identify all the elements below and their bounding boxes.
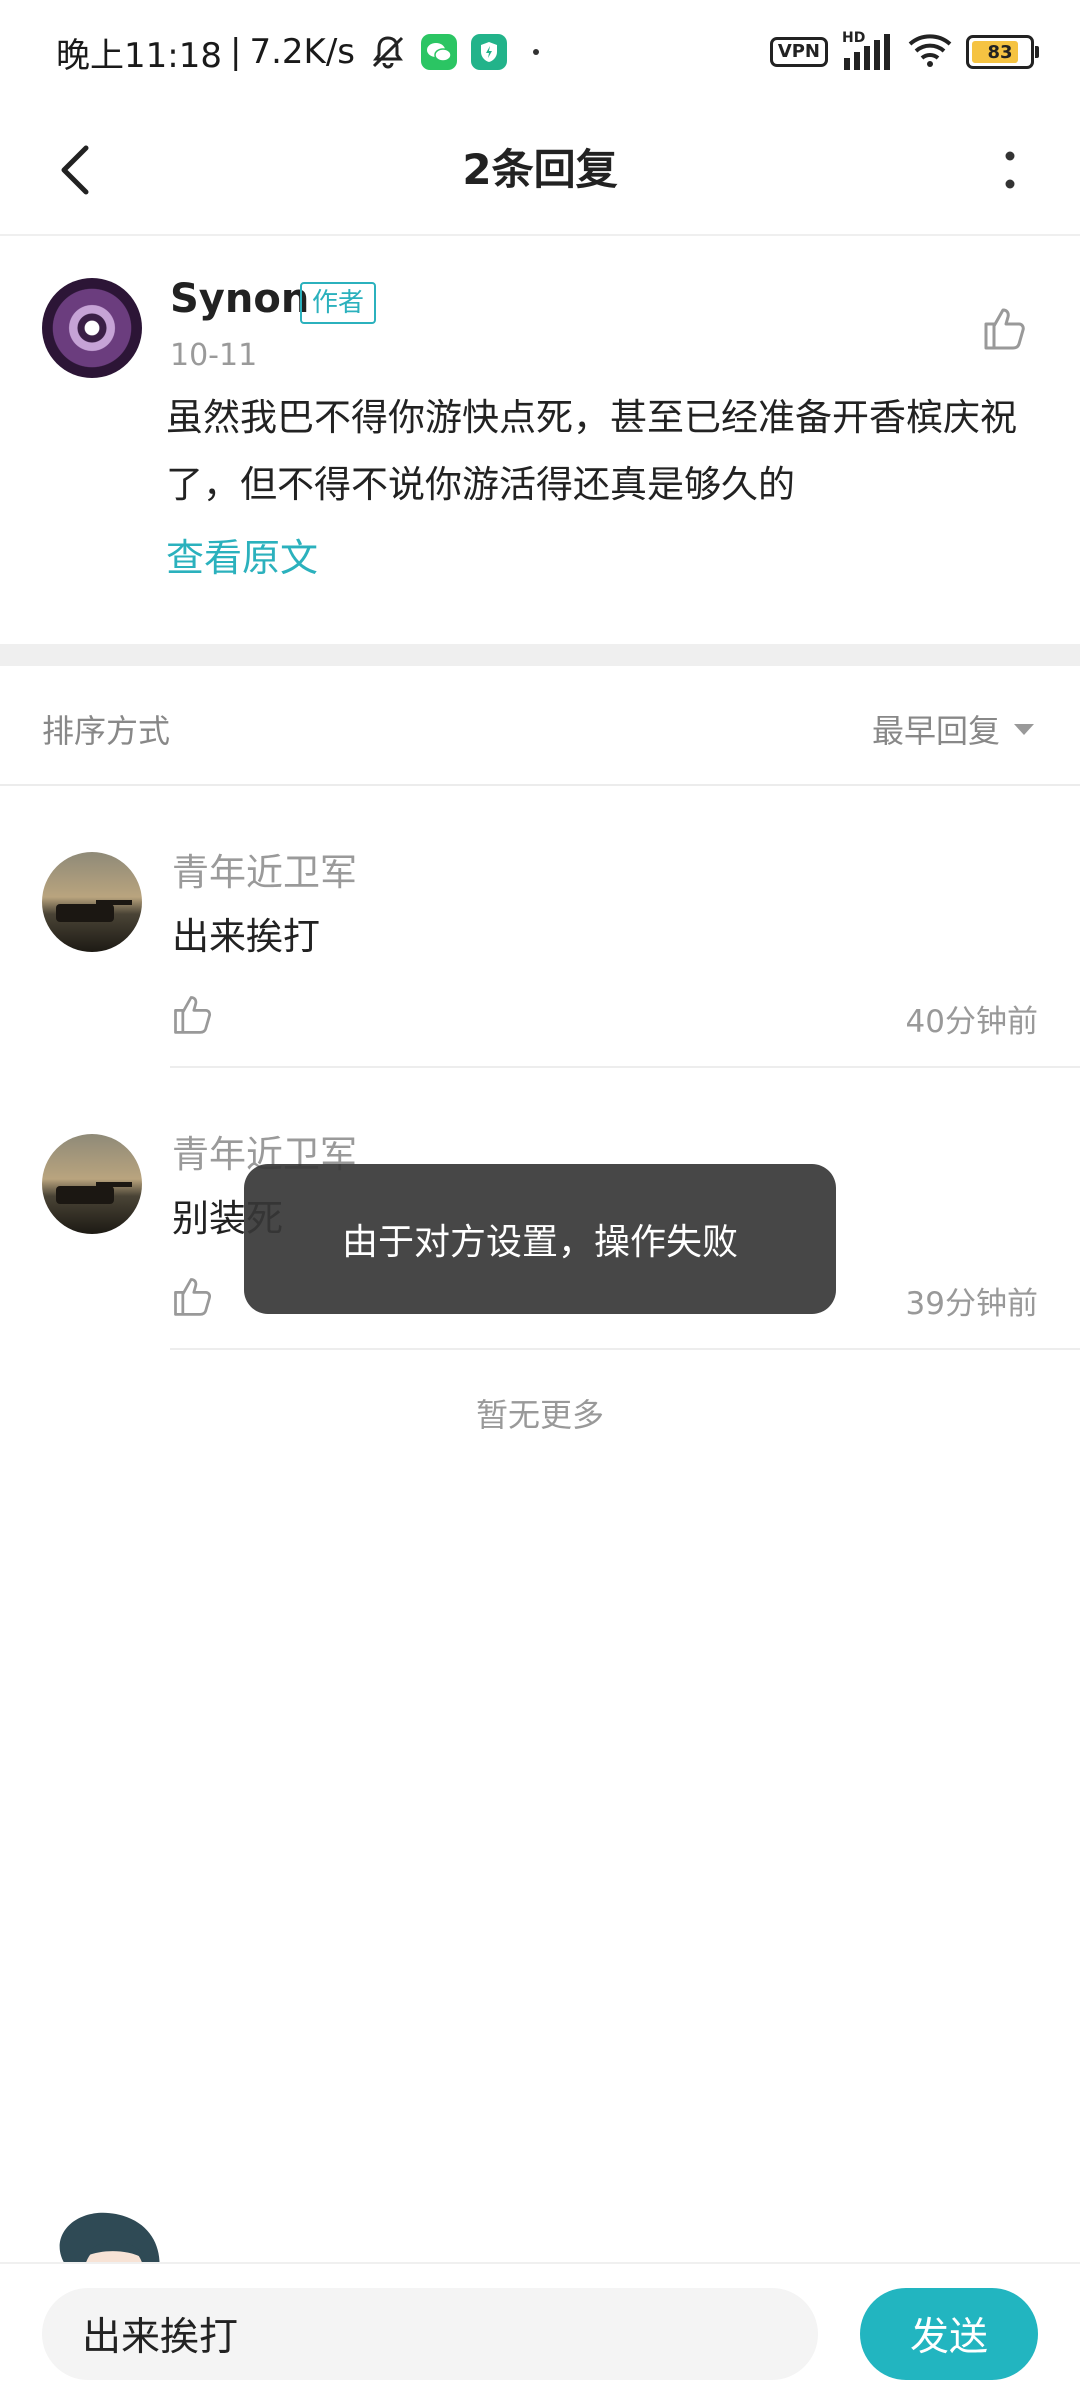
caret-down-icon — [1014, 723, 1034, 735]
more-button[interactable] — [980, 130, 1040, 210]
like-button[interactable] — [170, 992, 218, 1040]
status-time: 晚上11:18 — [56, 35, 222, 76]
status-bar-left: 晚上11:18 | 7.2K/s — [56, 26, 539, 78]
reply-item: 青年近卫军 出来挨打 40分钟前 — [0, 786, 1080, 1068]
reply-time: 39分钟前 — [905, 1286, 1038, 1322]
status-separator: | — [229, 32, 242, 72]
sort-dropdown[interactable]: 最早回复 — [872, 706, 1034, 752]
network-speed: 7.2K/s — [249, 32, 355, 72]
notification-dot-icon — [533, 49, 539, 55]
like-button[interactable] — [980, 304, 1028, 352]
vpn-icon: VPN — [769, 37, 828, 67]
comment-date: 10-11 — [170, 338, 258, 373]
reply-time: 40分钟前 — [905, 1004, 1038, 1040]
avatar[interactable] — [42, 278, 142, 378]
battery-level: 83 — [987, 41, 1013, 63]
author-badge: 作者 — [300, 282, 377, 324]
signal-icon: HD — [842, 30, 894, 72]
reply-text: 出来挨打 — [172, 915, 320, 958]
more-vertical-icon — [1005, 151, 1015, 189]
original-comment: Synon 作者 10-11 虽然我巴不得你游快点死，甚至已经准备开香槟庆祝了，… — [0, 236, 1080, 644]
avatar[interactable] — [42, 852, 142, 952]
shield-app-icon — [471, 34, 507, 70]
tank-silhouette — [56, 1186, 114, 1204]
reply-divider — [170, 1348, 1080, 1350]
tank-silhouette — [56, 904, 114, 922]
toast-message: 由于对方设置，操作失败 — [244, 1164, 836, 1314]
reply-author[interactable]: 青年近卫军 — [172, 842, 357, 896]
comment-author[interactable]: Synon — [170, 276, 309, 322]
wechat-icon — [421, 34, 457, 70]
tank-barrel — [96, 1182, 132, 1187]
reply-input-bar: 出来挨打 发送 — [0, 2262, 1080, 2402]
send-button[interactable]: 发送 — [860, 2288, 1038, 2380]
status-bar-right: VPN HD 83 — [769, 30, 1039, 74]
sort-value: 最早回复 — [871, 712, 1000, 750]
bell-muted-icon — [369, 33, 407, 71]
sort-label: 排序方式 — [42, 712, 171, 750]
like-button[interactable] — [170, 1274, 218, 1322]
avatar[interactable] — [42, 1134, 142, 1234]
thumbs-up-icon — [984, 308, 1025, 350]
sort-row: 排序方式 最早回复 — [0, 666, 1080, 786]
view-original-link[interactable]: 查看原文 — [166, 530, 318, 586]
thumbs-up-icon — [174, 996, 212, 1034]
no-more-text: 暂无更多 — [475, 1396, 604, 1434]
status-bar: 晚上11:18 | 7.2K/s VPN HD 83 — [0, 0, 1080, 100]
tank-barrel — [96, 900, 132, 905]
page-title: 2条回复 — [462, 145, 618, 194]
title-bar: 2条回复 — [0, 100, 1080, 236]
thumbs-up-icon — [174, 1278, 212, 1316]
reply-input[interactable]: 出来挨打 — [42, 2288, 818, 2380]
battery-icon: 83 — [966, 35, 1039, 69]
comment-text: 虽然我巴不得你游快点死，甚至已经准备开香槟庆祝了，但不得不说你游活得还真是够久的 — [166, 396, 1017, 506]
wifi-icon — [908, 32, 952, 72]
section-divider — [0, 644, 1080, 666]
